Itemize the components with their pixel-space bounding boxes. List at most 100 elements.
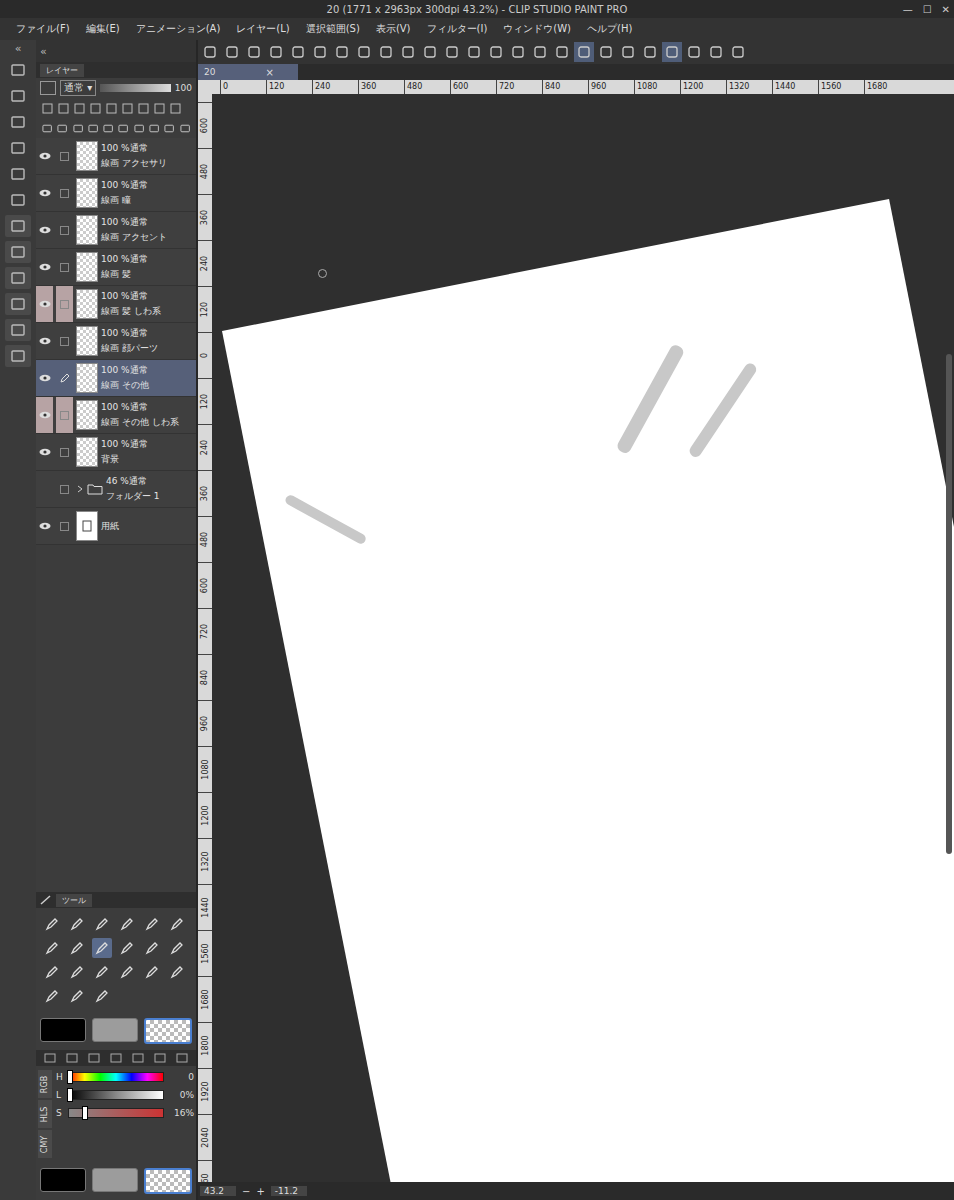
color-swatch[interactable] [40,1018,86,1042]
sidebar-icon[interactable] [5,163,31,185]
tool-button[interactable] [117,938,137,958]
command-button[interactable] [530,42,550,62]
visibility-toggle[interactable] [36,323,53,359]
layer-row[interactable]: 100 %通常線画 髪 [36,249,196,286]
edit-toggle[interactable] [56,286,73,322]
command-button[interactable] [574,42,594,62]
color-swatch[interactable] [144,1168,192,1194]
layer-row[interactable]: 100 %通常線画 瞳 [36,175,196,212]
color-swatch[interactable] [92,1168,138,1192]
slider-knob[interactable] [82,1106,88,1120]
opacity-slider[interactable] [100,84,171,92]
tool-button[interactable] [92,938,112,958]
color-tab-icon[interactable] [44,1053,56,1063]
sidebar-icon[interactable] [5,293,31,315]
check-box[interactable] [60,300,69,309]
visibility-toggle[interactable] [36,212,53,248]
visibility-toggle[interactable] [36,249,53,285]
sidebar-icon[interactable] [5,189,31,211]
layer-tool-icon[interactable] [106,103,117,114]
command-button[interactable] [618,42,638,62]
edit-toggle[interactable] [56,249,73,285]
tool-button[interactable] [142,938,162,958]
tool-button[interactable] [117,962,137,982]
layer-action-icon[interactable] [149,123,159,134]
layer-row[interactable]: 100 %通常線画 その他 [36,360,196,397]
layer-tool-icon[interactable] [170,103,181,114]
edit-toggle[interactable] [56,397,73,433]
color-tab-icon[interactable] [132,1053,144,1063]
edit-toggle[interactable] [56,360,73,396]
command-button[interactable] [728,42,748,62]
zoom-in-button[interactable]: + [256,1186,264,1197]
command-button[interactable] [376,42,396,62]
menu-item[interactable]: 選択範囲(S) [306,22,360,36]
sidebar-icon[interactable] [5,267,31,289]
color-tab-icon[interactable] [176,1053,188,1063]
color-tab-icon[interactable] [154,1053,166,1063]
command-button[interactable] [552,42,572,62]
sidebar-icon[interactable] [5,137,31,159]
command-button[interactable] [706,42,726,62]
zoom-field[interactable]: 43.2 [200,1186,236,1196]
color-tab-icon[interactable] [88,1053,100,1063]
visibility-toggle[interactable] [36,175,53,211]
sidebar-icon[interactable] [5,111,31,133]
visibility-toggle[interactable] [36,360,53,396]
sidebar-icon[interactable] [5,319,31,341]
edit-toggle[interactable] [56,508,73,544]
menu-item[interactable]: ヘルプ(H) [587,22,632,36]
command-button[interactable] [288,42,308,62]
layer-tool-icon[interactable] [122,103,133,114]
command-button[interactable] [222,42,242,62]
command-button[interactable] [398,42,418,62]
layer-row[interactable]: 46 %通常フォルダー 1 [36,471,196,508]
layer-action-icon[interactable] [134,123,144,134]
slider-value[interactable]: 0 [168,1072,194,1082]
command-button[interactable] [596,42,616,62]
check-box[interactable] [60,337,69,346]
layer-row[interactable]: 100 %通常線画 アクセサリ [36,138,196,175]
command-button[interactable] [244,42,264,62]
color-slider[interactable] [68,1090,164,1100]
visibility-toggle[interactable] [36,138,53,174]
visibility-toggle[interactable] [36,397,53,433]
command-button[interactable] [640,42,660,62]
color-mode[interactable]: HLS [38,1100,52,1128]
command-button[interactable] [662,42,682,62]
layer-action-icon[interactable] [103,123,113,134]
command-button[interactable] [464,42,484,62]
layer-tool-icon[interactable] [58,103,69,114]
tool-button[interactable] [67,938,87,958]
window-control[interactable]: ☐ [923,4,932,15]
tool-button[interactable] [67,962,87,982]
edit-toggle[interactable] [56,471,73,507]
command-button[interactable] [684,42,704,62]
menu-item[interactable]: 表示(V) [376,22,411,36]
layer-tool-icon[interactable] [74,103,85,114]
color-swatch[interactable] [144,1018,192,1044]
color-mode[interactable]: RGB [38,1070,52,1098]
window-control[interactable]: ✕ [942,4,950,15]
layer-action-icon[interactable] [73,123,83,134]
tool-button[interactable] [42,914,62,934]
slider-value[interactable]: 16% [168,1108,194,1118]
sidebar-icon[interactable] [5,59,31,81]
edit-toggle[interactable] [56,434,73,470]
expand-icon[interactable] [76,485,84,493]
edit-toggle[interactable] [56,212,73,248]
tool-button[interactable] [117,914,137,934]
command-button[interactable] [442,42,462,62]
tool-button[interactable] [142,914,162,934]
layer-tab[interactable]: レイヤー [40,64,84,77]
close-tab-button[interactable]: × [265,67,273,78]
sidebar-icon[interactable] [5,241,31,263]
check-box[interactable] [60,226,69,235]
document-tab[interactable]: 20× [198,64,298,80]
color-mode[interactable]: CMY [38,1130,52,1158]
layer-tool-icon[interactable] [138,103,149,114]
color-swatch[interactable] [40,1168,86,1192]
command-button[interactable] [266,42,286,62]
edit-toggle[interactable] [56,323,73,359]
command-button[interactable] [310,42,330,62]
